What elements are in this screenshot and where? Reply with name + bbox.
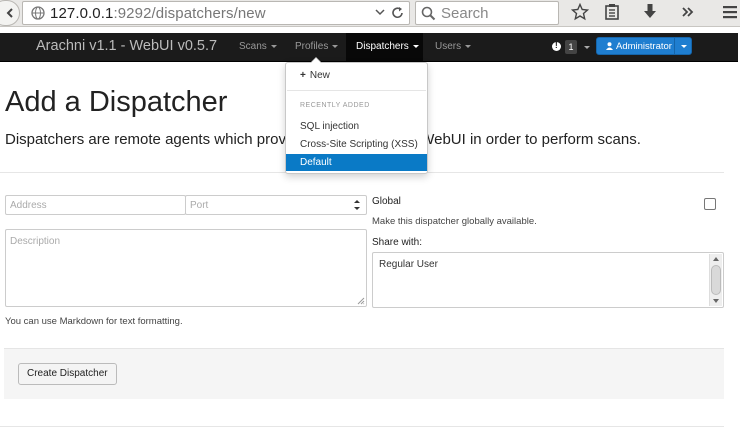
nav-dispatchers[interactable]: Dispatchers: [356, 41, 419, 52]
share-with-label: Share with:: [372, 237, 423, 248]
divider: [0, 426, 724, 427]
menu-item-xss[interactable]: Cross-Site Scripting (XSS): [286, 136, 427, 153]
url-text: 127.0.0.1:9292/dispatchers/new: [50, 5, 266, 22]
split-divider: [674, 38, 675, 54]
menu-item-default[interactable]: Default: [286, 154, 427, 171]
caret-down-icon: [270, 44, 277, 48]
nav-users[interactable]: Users: [435, 41, 472, 52]
port-input[interactable]: Port: [185, 195, 367, 215]
nav-scans[interactable]: Scans: [239, 41, 277, 52]
back-arrow-icon: [6, 8, 13, 18]
nav-profiles[interactable]: Profiles: [295, 41, 339, 52]
resize-handle-icon[interactable]: [357, 297, 365, 305]
chevron-down-icon[interactable]: [375, 8, 385, 16]
scrollbar[interactable]: [709, 254, 722, 306]
globe-icon: [31, 6, 45, 20]
global-checkbox[interactable]: [704, 198, 716, 210]
notification-icon[interactable]: !: [552, 41, 561, 51]
description-placeholder: Description: [10, 236, 61, 247]
create-dispatcher-button[interactable]: Create Dispatcher: [18, 363, 117, 385]
port-spinner-icon[interactable]: [350, 196, 364, 214]
brand[interactable]: Arachni v1.1 - WebUI v0.5.7: [36, 38, 217, 54]
user-name: Administrator: [616, 41, 672, 52]
scroll-up-icon[interactable]: [713, 257, 719, 261]
menu-divider: [287, 90, 426, 91]
back-button[interactable]: [0, 0, 20, 26]
global-label: Global: [372, 196, 401, 207]
menu-header: RECENTLY ADDED: [300, 102, 370, 109]
share-option[interactable]: Regular User: [379, 259, 438, 270]
caret-down-icon: [332, 44, 339, 48]
share-with-select[interactable]: Regular User: [372, 252, 724, 308]
menu-item-sql-injection[interactable]: SQL injection: [286, 118, 427, 135]
markdown-help: You can use Markdown for text formatting…: [5, 316, 183, 327]
app-navbar: Arachni v1.1 - WebUI v0.5.7 Scans Profil…: [0, 33, 738, 62]
description-textarea[interactable]: Description: [5, 229, 367, 307]
form-actions: Create Dispatcher: [4, 348, 724, 399]
reload-icon[interactable]: [391, 6, 405, 20]
reading-list-icon[interactable]: [604, 3, 620, 21]
address-placeholder: Address: [10, 200, 47, 211]
bookmark-star-icon[interactable]: [571, 3, 589, 21]
menu-item-new[interactable]: + New: [300, 70, 330, 81]
hamburger-menu-icon[interactable]: [722, 3, 738, 21]
page-title: Add a Dispatcher: [5, 86, 228, 118]
scroll-thumb[interactable]: [711, 265, 721, 295]
url-bar[interactable]: 127.0.0.1:9292/dispatchers/new: [22, 1, 410, 25]
caret-down-icon[interactable]: [681, 45, 687, 48]
search-placeholder: Search: [441, 5, 489, 22]
scroll-down-icon[interactable]: [713, 299, 719, 303]
overflow-chevrons-icon[interactable]: [680, 3, 696, 21]
browser-toolbar: 127.0.0.1:9292/dispatchers/new Search: [0, 0, 740, 27]
plus-icon: +: [300, 70, 306, 81]
dispatchers-dropdown: + New RECENTLY ADDED SQL injection Cross-…: [285, 57, 428, 174]
address-input[interactable]: Address: [5, 195, 186, 215]
caret-down-icon[interactable]: [584, 46, 590, 49]
search-icon: [421, 6, 436, 21]
download-icon[interactable]: [642, 3, 658, 21]
search-bar[interactable]: Search: [415, 1, 559, 25]
port-placeholder: Port: [190, 200, 209, 211]
global-help: Make this dispatcher globally available.: [372, 216, 537, 227]
user-menu-button[interactable]: Administrator: [596, 37, 692, 55]
caret-down-icon: [465, 44, 472, 48]
notification-count[interactable]: 1: [565, 40, 577, 54]
user-icon: [606, 42, 613, 50]
caret-down-icon: [412, 44, 419, 48]
